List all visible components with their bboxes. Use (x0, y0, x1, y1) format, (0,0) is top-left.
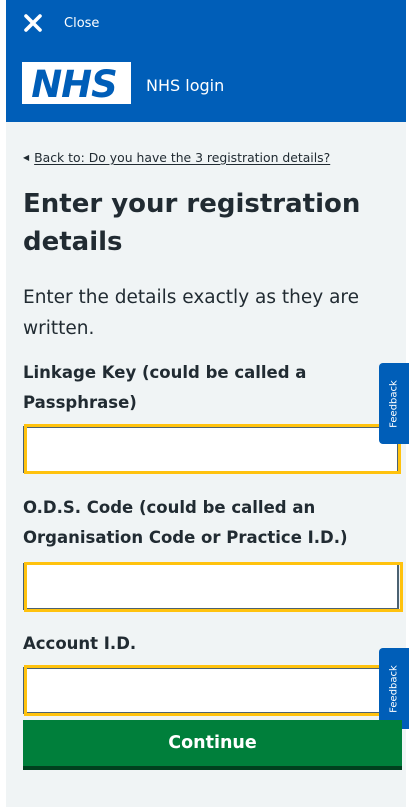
close-control[interactable]: Close (22, 12, 99, 34)
page-title: Enter your registration details (23, 189, 361, 257)
account-id-input[interactable] (23, 667, 399, 714)
nhs-logo: NHS (22, 62, 131, 104)
feedback-tab-label[interactable]: Feedback (389, 380, 400, 428)
ods-code-label: O.D.S. Code (could be called an Organisa… (23, 498, 348, 547)
back-link[interactable]: ◀ Back to: Do you have the 3 registratio… (23, 150, 330, 165)
nhs-header: Close NHS NHS login (6, 0, 406, 122)
lead-text: Enter the details exactly as they are wr… (23, 287, 359, 339)
linkage-key-label: Linkage Key (could be called a Passphras… (23, 363, 307, 412)
feedback-tab-lower[interactable]: Feedback (379, 648, 409, 729)
app-frame: Close NHS NHS login ◀ Back to: Do you ha… (6, 0, 409, 807)
brand-label: NHS login (146, 76, 225, 95)
linkage-key-input[interactable] (23, 426, 399, 473)
nhs-logo-text: NHS (31, 63, 117, 104)
feedback-tab-lower-label[interactable]: Feedback (389, 665, 400, 713)
back-link-label[interactable]: Back to: Do you have the 3 registration … (34, 150, 330, 165)
continue-button[interactable]: Continue (23, 720, 402, 766)
ods-code-input[interactable] (23, 563, 399, 610)
back-arrow-icon: ◀ (23, 153, 30, 162)
close-icon[interactable] (22, 12, 44, 34)
close-label[interactable]: Close (64, 16, 99, 31)
feedback-tab[interactable]: Feedback (379, 363, 409, 444)
account-id-label: Account I.D. (23, 634, 137, 653)
